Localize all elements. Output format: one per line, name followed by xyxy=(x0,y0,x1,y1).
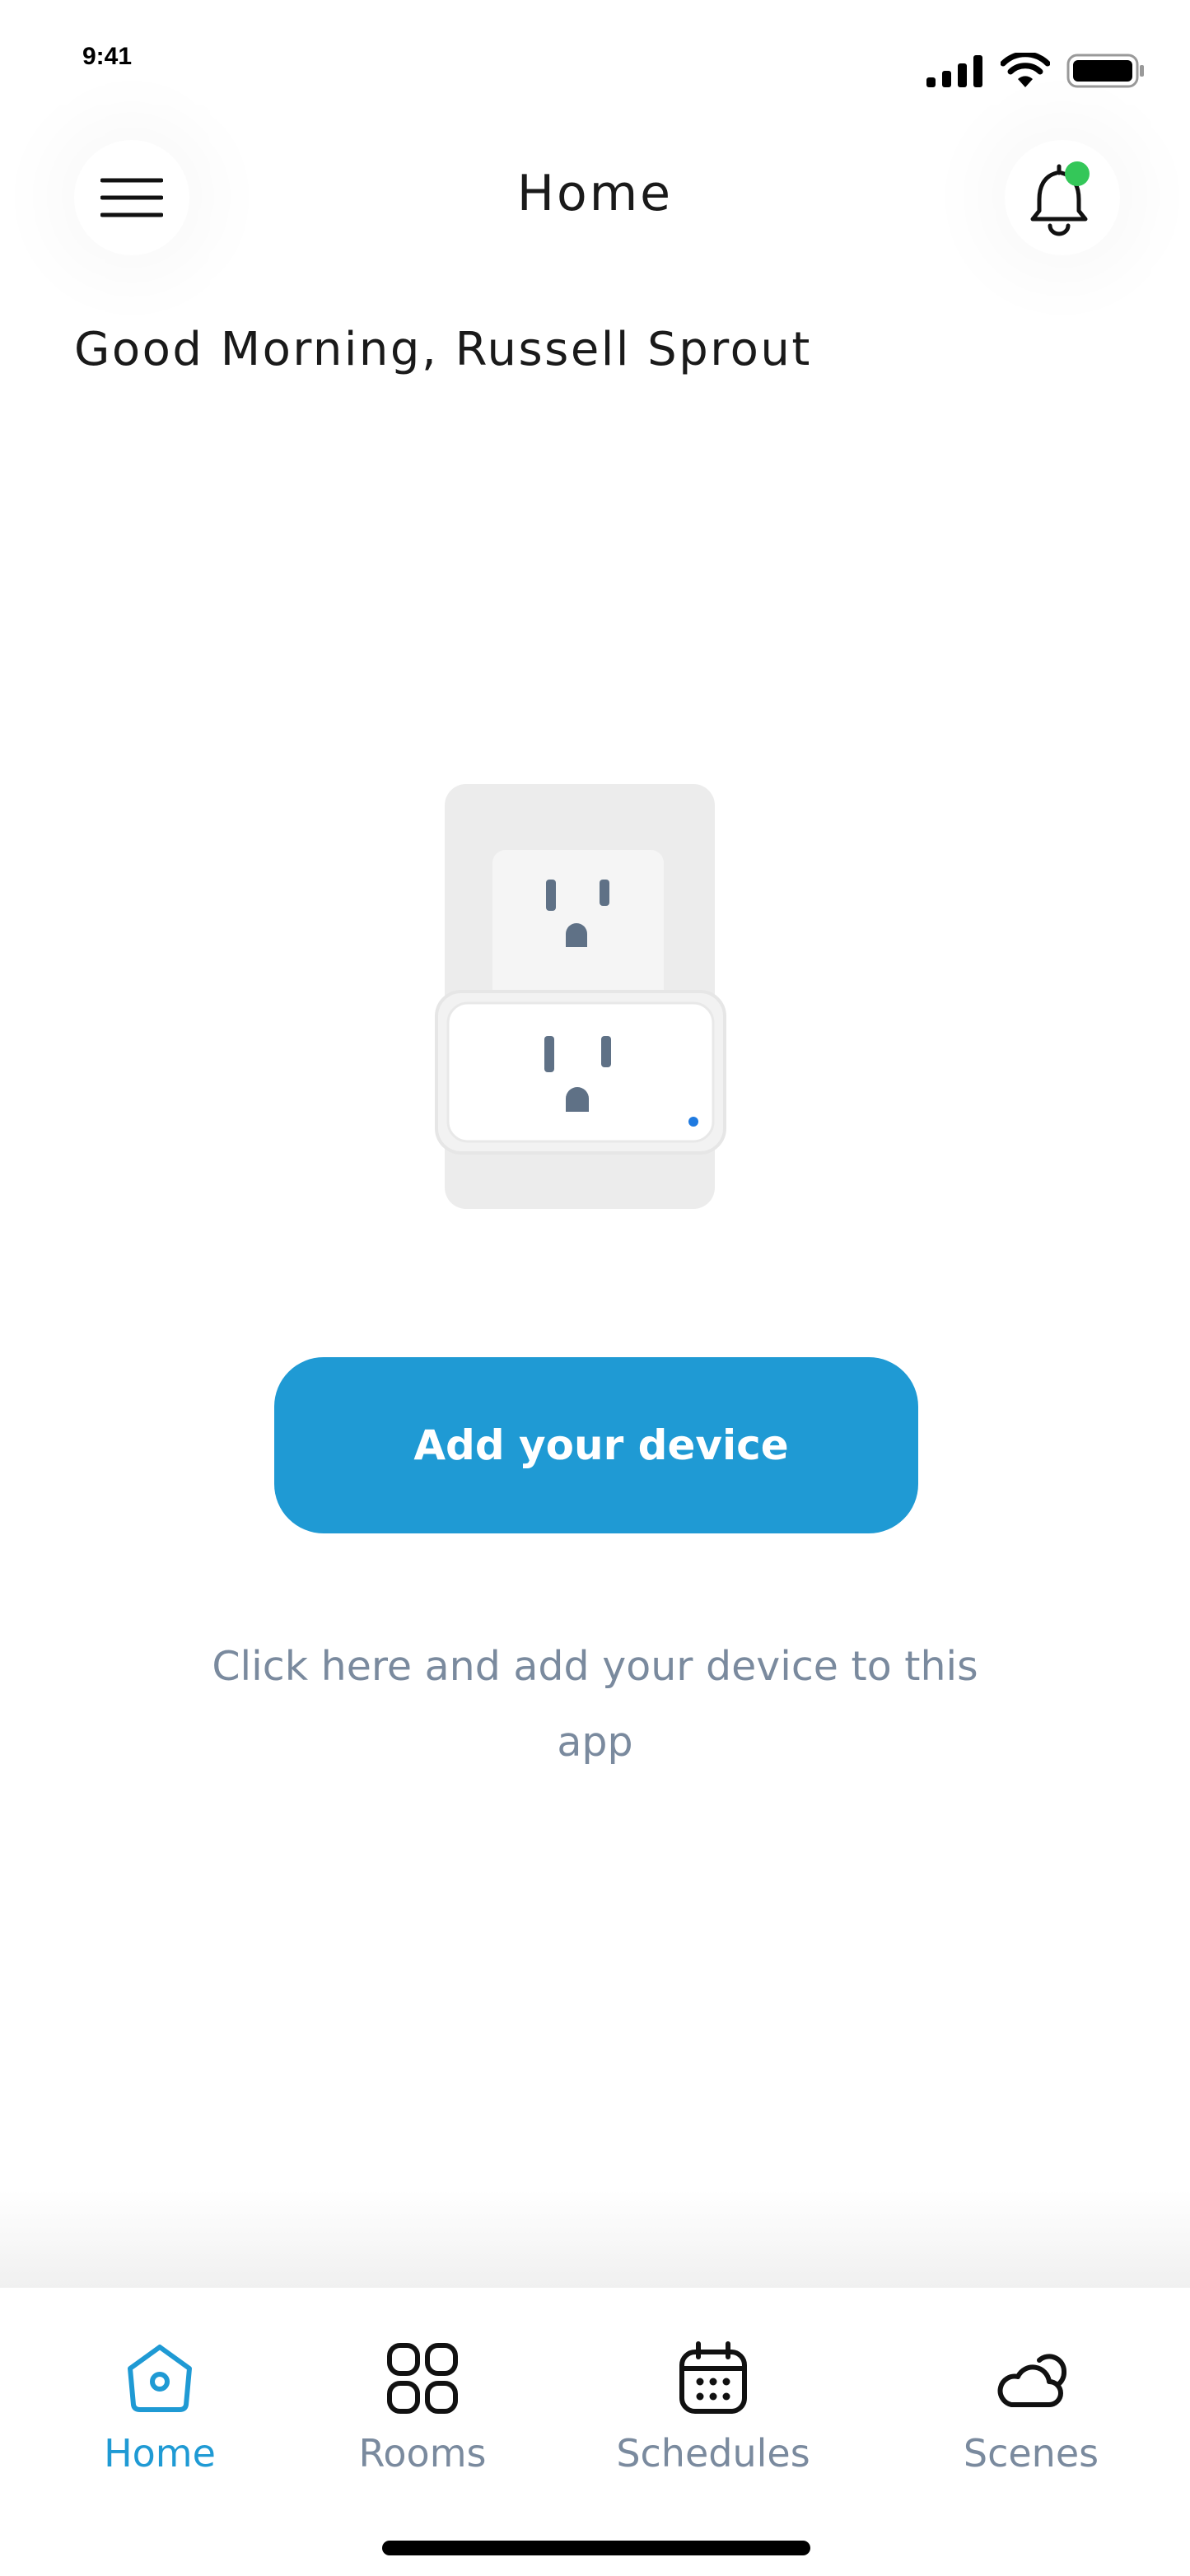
cloud-sun-icon xyxy=(997,2354,1066,2407)
greeting-text: Good Morning, Russell Sprout xyxy=(74,323,812,376)
cellular-signal-icon xyxy=(926,55,982,87)
status-time: 9:41 xyxy=(82,43,133,70)
helper-text: Click here and add your device to this a… xyxy=(212,1643,978,1766)
nav-item-scenes[interactable]: Scenes xyxy=(899,2337,1163,2476)
notifications-button[interactable] xyxy=(1005,140,1120,255)
battery-icon xyxy=(1066,54,1144,88)
nav-label-scenes: Scenes xyxy=(963,2431,1099,2476)
status-bar: 9:41 xyxy=(0,0,1190,124)
wifi-icon xyxy=(1001,53,1050,87)
nav-item-schedules[interactable]: Schedules xyxy=(581,2337,845,2476)
notification-dot xyxy=(1065,161,1090,186)
nav-label-schedules: Schedules xyxy=(616,2431,810,2476)
nav-item-rooms[interactable]: Rooms xyxy=(291,2337,554,2476)
smart-plug-illustration xyxy=(435,784,726,1209)
bottom-nav: Home Rooms Schedules Scenes xyxy=(0,2288,1190,2576)
nav-label-rooms: Rooms xyxy=(358,2431,487,2476)
nav-label-home: Home xyxy=(104,2431,216,2476)
bell-icon xyxy=(1030,161,1090,236)
home-indicator xyxy=(382,2541,810,2555)
nav-item-home[interactable]: Home xyxy=(28,2337,292,2476)
add-device-button[interactable]: Add your device xyxy=(274,1357,918,1533)
home-icon xyxy=(128,2345,192,2412)
rooms-grid-icon xyxy=(387,2343,458,2414)
calendar-icon xyxy=(679,2341,747,2414)
status-icons xyxy=(926,53,1146,89)
nav-fade xyxy=(0,2191,1190,2289)
